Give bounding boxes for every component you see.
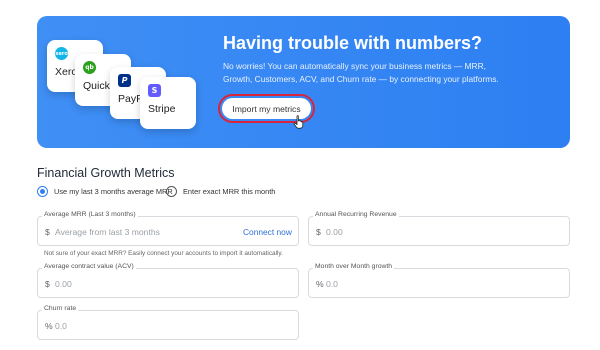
mom-growth-label: Month over Month growth xyxy=(313,263,395,270)
radio-label: Enter exact MRR this month xyxy=(183,187,276,196)
avg-mrr-field: $ Connect now xyxy=(37,216,299,246)
sync-banner: xero Xero qb Quick P PayPal S Stripe Hav… xyxy=(37,16,570,148)
acv-input[interactable] xyxy=(55,276,255,292)
quickbooks-logo-icon: qb xyxy=(83,61,96,74)
banner-description: No worries! You can automatically sync y… xyxy=(223,61,499,84)
percent-prefix: % xyxy=(316,279,324,289)
arr-input[interactable] xyxy=(326,224,526,240)
mom-growth-field: % xyxy=(308,268,570,298)
mrr-helper-text: Not sure of your exact MRR? Easily conne… xyxy=(44,250,283,257)
radio-unchecked-icon[interactable] xyxy=(166,186,177,197)
integration-name: Quick xyxy=(83,80,110,92)
churn-rate-label: Churn rate xyxy=(42,305,79,312)
currency-prefix: $ xyxy=(45,227,50,237)
churn-rate-field: % xyxy=(37,310,299,340)
arr-field: $ xyxy=(308,216,570,246)
churn-rate-input[interactable] xyxy=(55,318,255,334)
connect-now-link[interactable]: Connect now xyxy=(243,227,292,237)
acv-field: $ xyxy=(37,268,299,298)
currency-prefix: $ xyxy=(45,279,50,289)
radio-exact-mrr[interactable]: Enter exact MRR this month xyxy=(166,186,275,197)
banner-title: Having trouble with numbers? xyxy=(223,33,483,53)
acv-label: Average contract value (ACV) xyxy=(42,263,136,270)
paypal-logo-icon: P xyxy=(118,74,131,87)
xero-logo-icon: xero xyxy=(55,47,68,60)
integration-name: Xero xyxy=(55,66,78,78)
radio-checked-icon[interactable] xyxy=(37,186,48,197)
section-title: Financial Growth Metrics xyxy=(37,166,175,180)
radio-label: Use my last 3 months average MRR xyxy=(54,187,173,196)
stripe-tile: S Stripe xyxy=(140,77,196,129)
percent-prefix: % xyxy=(45,321,53,331)
currency-prefix: $ xyxy=(316,227,321,237)
arr-label: Annual Recurring Revenue xyxy=(313,211,399,218)
mom-growth-input[interactable] xyxy=(326,276,526,292)
stripe-logo-icon: S xyxy=(148,84,161,97)
radio-use-average[interactable]: Use my last 3 months average MRR xyxy=(37,186,173,197)
avg-mrr-label: Average MRR (Last 3 months) xyxy=(42,211,138,218)
avg-mrr-input[interactable] xyxy=(55,224,215,240)
hand-cursor-icon xyxy=(293,115,304,129)
integration-name: Stripe xyxy=(148,103,176,115)
